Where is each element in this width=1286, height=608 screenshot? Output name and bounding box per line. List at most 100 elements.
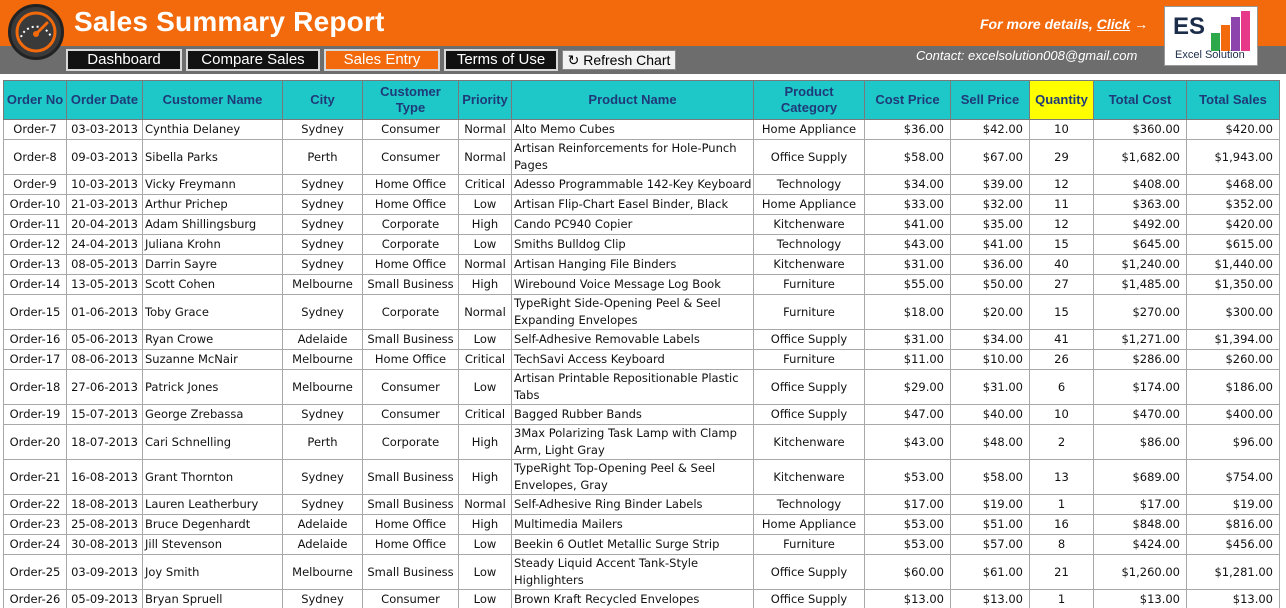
more-details-link[interactable]: Click [1097,16,1130,32]
cell-product-category[interactable]: Office Supply [753,554,865,590]
cell-product-category[interactable]: Furniture [753,534,865,555]
cell-cost-price[interactable]: $53.00 [864,534,951,555]
cell-total-cost[interactable]: $270.00 [1093,294,1187,330]
cell-total-cost[interactable]: $1,260.00 [1093,554,1187,590]
cell-total-cost[interactable]: $174.00 [1093,369,1187,405]
cell-product-category[interactable]: Kitchenware [753,254,865,275]
cell-product-category[interactable]: Furniture [753,294,865,330]
cell-total-sales[interactable]: $13.00 [1186,589,1280,608]
cell-city[interactable]: Perth [282,424,363,460]
cell-order-no[interactable]: Order-26 [3,589,67,608]
cell-priority[interactable]: High [458,214,512,235]
cell-city[interactable]: Adelaide [282,514,363,535]
cell-product-name[interactable]: Alto Memo Cubes [511,119,754,140]
cell-product-category[interactable]: Home Appliance [753,194,865,215]
cell-sell-price[interactable]: $57.00 [950,534,1030,555]
cell-order-no[interactable]: Order-11 [3,214,67,235]
cell-cost-price[interactable]: $53.00 [864,514,951,535]
cell-customer-type[interactable]: Small Business [362,329,459,350]
cell-order-no[interactable]: Order-9 [3,174,67,195]
cell-total-cost[interactable]: $424.00 [1093,534,1187,555]
cell-sell-price[interactable]: $51.00 [950,514,1030,535]
cell-product-name[interactable]: Artisan Flip-Chart Easel Binder, Black [511,194,754,215]
cell-order-no[interactable]: Order-24 [3,534,67,555]
table-row[interactable]: Order-22 18-08-2013 Lauren Leatherbury Sydn… [3,494,1280,515]
col-total-sales[interactable]: Total Sales [1186,80,1280,120]
cell-customer-name[interactable]: Cynthia Delaney [142,119,283,140]
cell-cost-price[interactable]: $53.00 [864,459,951,495]
table-row[interactable]: Order-10 21-03-2013 Arthur Prichep Sydney Ho… [3,194,1280,215]
cell-product-name[interactable]: Cando PC940 Copier [511,214,754,235]
refresh-chart-button[interactable]: ↻ Refresh Chart [562,50,676,70]
cell-quantity[interactable]: 40 [1029,254,1094,275]
cell-quantity[interactable]: 10 [1029,404,1094,425]
cell-city[interactable]: Sydney [282,254,363,275]
cell-customer-type[interactable]: Small Business [362,274,459,295]
cell-city[interactable]: Adelaide [282,534,363,555]
cell-city[interactable]: Perth [282,139,363,175]
cell-product-category[interactable]: Office Supply [753,404,865,425]
cell-total-cost[interactable]: $1,240.00 [1093,254,1187,275]
cell-priority[interactable]: Normal [458,494,512,515]
cell-total-sales[interactable]: $615.00 [1186,234,1280,255]
cell-quantity[interactable]: 11 [1029,194,1094,215]
cell-cost-price[interactable]: $34.00 [864,174,951,195]
cell-total-sales[interactable]: $1,440.00 [1186,254,1280,275]
cell-total-cost[interactable]: $689.00 [1093,459,1187,495]
cell-order-no[interactable]: Order-23 [3,514,67,535]
cell-sell-price[interactable]: $35.00 [950,214,1030,235]
cell-quantity[interactable]: 29 [1029,139,1094,175]
cell-product-category[interactable]: Kitchenware [753,459,865,495]
cell-customer-type[interactable]: Consumer [362,369,459,405]
table-row[interactable]: Order-7 03-03-2013 Cynthia Delaney Sydney Co… [3,119,1280,140]
cell-sell-price[interactable]: $13.00 [950,589,1030,608]
cell-quantity[interactable]: 27 [1029,274,1094,295]
cell-total-cost[interactable]: $17.00 [1093,494,1187,515]
table-row[interactable]: Order-9 10-03-2013 Vicky Freymann Sydney Hom… [3,174,1280,195]
cell-sell-price[interactable]: $50.00 [950,274,1030,295]
cell-customer-type[interactable]: Home Office [362,174,459,195]
cell-customer-name[interactable]: Bruce Degenhardt [142,514,283,535]
cell-product-name[interactable]: Bagged Rubber Bands [511,404,754,425]
cell-city[interactable]: Sydney [282,404,363,425]
cell-product-name[interactable]: Brown Kraft Recycled Envelopes [511,589,754,608]
cell-customer-name[interactable]: Cari Schnelling [142,424,283,460]
cell-customer-name[interactable]: Jill Stevenson [142,534,283,555]
cell-customer-name[interactable]: George Zrebassa [142,404,283,425]
cell-cost-price[interactable]: $18.00 [864,294,951,330]
cell-order-date[interactable]: 25-08-2013 [66,514,143,535]
cell-quantity[interactable]: 26 [1029,349,1094,370]
cell-total-sales[interactable]: $754.00 [1186,459,1280,495]
col-cost-price[interactable]: Cost Price [864,80,951,120]
cell-city[interactable]: Melbourne [282,349,363,370]
cell-total-cost[interactable]: $492.00 [1093,214,1187,235]
cell-customer-type[interactable]: Corporate [362,294,459,330]
cell-order-no[interactable]: Order-19 [3,404,67,425]
cell-priority[interactable]: High [458,424,512,460]
cell-customer-type[interactable]: Small Business [362,459,459,495]
cell-city[interactable]: Sydney [282,459,363,495]
cell-priority[interactable]: Critical [458,404,512,425]
cell-order-date[interactable]: 10-03-2013 [66,174,143,195]
cell-cost-price[interactable]: $11.00 [864,349,951,370]
cell-order-no[interactable]: Order-10 [3,194,67,215]
cell-priority[interactable]: Normal [458,139,512,175]
cell-order-date[interactable]: 03-03-2013 [66,119,143,140]
cell-order-date[interactable]: 18-07-2013 [66,424,143,460]
cell-total-sales[interactable]: $816.00 [1186,514,1280,535]
cell-city[interactable]: Melbourne [282,369,363,405]
cell-product-name[interactable]: Self-Adhesive Removable Labels [511,329,754,350]
cell-customer-name[interactable]: Patrick Jones [142,369,283,405]
cell-quantity[interactable]: 12 [1029,214,1094,235]
cell-total-cost[interactable]: $1,271.00 [1093,329,1187,350]
table-row[interactable]: Order-13 08-05-2013 Darrin Sayre Sydney Home… [3,254,1280,275]
cell-sell-price[interactable]: $31.00 [950,369,1030,405]
cell-total-sales[interactable]: $1,943.00 [1186,139,1280,175]
table-row[interactable]: Order-14 13-05-2013 Scott Cohen Melbourne Sm… [3,274,1280,295]
cell-order-date[interactable]: 18-08-2013 [66,494,143,515]
cell-quantity[interactable]: 21 [1029,554,1094,590]
cell-customer-name[interactable]: Vicky Freymann [142,174,283,195]
cell-total-cost[interactable]: $645.00 [1093,234,1187,255]
cell-sell-price[interactable]: $32.00 [950,194,1030,215]
dashboard-button[interactable]: Dashboard [66,49,182,71]
